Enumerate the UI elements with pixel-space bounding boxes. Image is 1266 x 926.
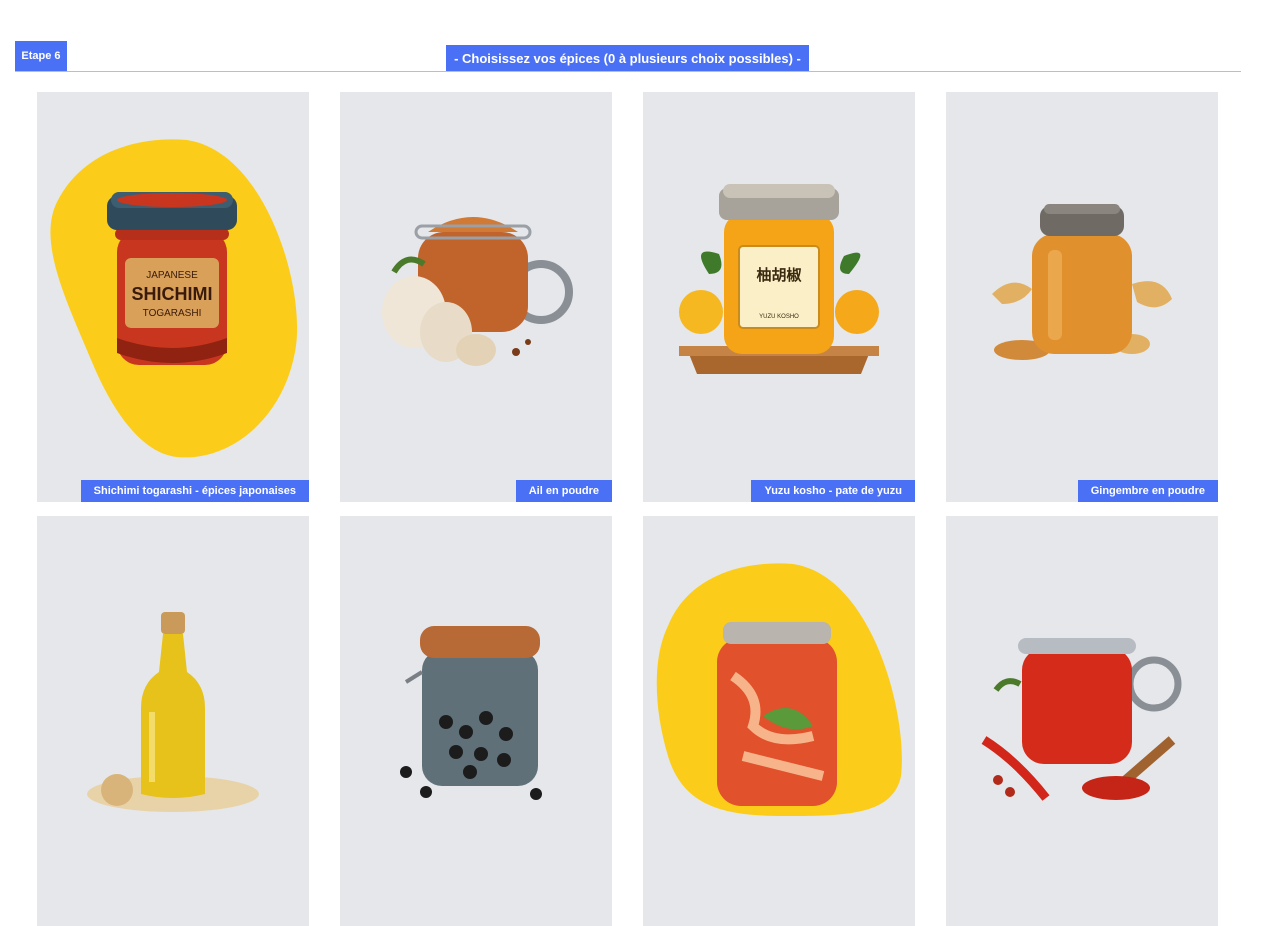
spice-card-label: Shichimi togarashi - épices japonaises: [80, 480, 309, 502]
step-badge: Etape 6: [15, 41, 67, 71]
sesame-oil-bottle-icon: [87, 612, 259, 812]
spice-card-label: Yuzu kosho - pate de yuzu: [751, 480, 915, 502]
spice-card-6[interactable]: [340, 516, 612, 926]
chili-powder-jar-icon: [981, 638, 1182, 801]
spice-card-yuzu-kosho[interactable]: 柚胡椒 YUZU KOSHO Yuzu kosho - pate de yuzu: [643, 92, 915, 502]
kimchi-jar-icon: [717, 622, 837, 806]
svg-text:YUZU KOSHO: YUZU KOSHO: [759, 314, 799, 320]
spice-card-ail[interactable]: Ail en poudre: [340, 92, 612, 502]
spice-card-label: Ail en poudre: [515, 480, 612, 502]
svg-text:TOGARASHI: TOGARASHI: [143, 308, 202, 319]
svg-text:JAPANESE: JAPANESE: [146, 270, 198, 281]
spice-card-8[interactable]: [946, 516, 1218, 926]
garlic-powder-jar-icon: [382, 217, 573, 366]
yuzu-kosho-jar-icon: 柚胡椒 YUZU KOSHO: [679, 184, 879, 374]
spice-card-5[interactable]: [37, 516, 309, 926]
black-pepper-jar-icon: [400, 626, 542, 800]
spice-card-label: Gingembre en poudre: [1077, 480, 1218, 502]
header-divider: [15, 71, 1241, 72]
svg-text:柚胡椒: 柚胡椒: [756, 266, 802, 284]
ginger-powder-jar-icon: [992, 204, 1172, 360]
shichimi-jar-icon: JAPANESE SHICHIMI TOGARASHI: [107, 192, 237, 365]
spice-card-7[interactable]: [643, 516, 915, 926]
step-title: - Choisissez vos épices (0 à plusieurs c…: [446, 45, 809, 71]
spice-card-gingembre[interactable]: Gingembre en poudre: [946, 92, 1218, 502]
svg-text:SHICHIMI: SHICHIMI: [132, 284, 213, 304]
spice-card-shichimi[interactable]: JAPANESE SHICHIMI TOGARASHI Shichimi tog…: [37, 92, 309, 502]
